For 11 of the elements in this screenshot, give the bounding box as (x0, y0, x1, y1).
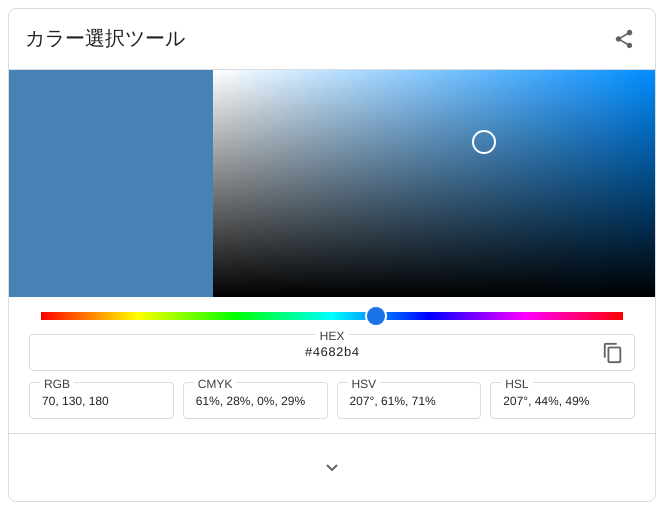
field-value: 207°, 61%, 71% (350, 392, 436, 410)
field-value: 61%, 28%, 0%, 29% (196, 392, 306, 410)
chevron-down-icon[interactable] (325, 462, 339, 472)
copy-icon[interactable] (602, 342, 624, 364)
field-value: 207°, 44%, 49% (503, 392, 590, 410)
color-gradient[interactable] (213, 70, 655, 297)
share-icon[interactable] (613, 28, 635, 50)
picker-handle[interactable] (472, 130, 496, 154)
field-value: 70, 130, 180 (42, 392, 109, 410)
card-title: カラー選択ツール (25, 27, 185, 52)
hex-value: #4682b4 (304, 344, 360, 362)
